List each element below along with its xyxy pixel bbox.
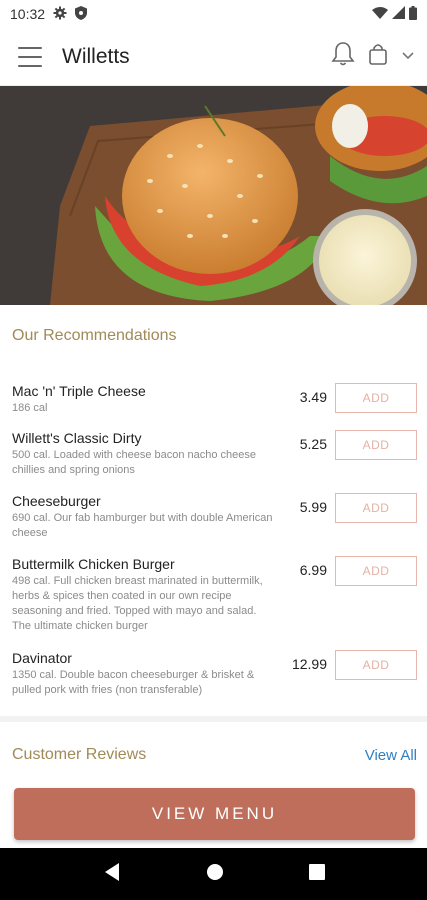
reviews-title: Customer Reviews <box>12 746 147 763</box>
add-button[interactable]: ADD <box>335 556 417 586</box>
item-description: 186 cal <box>12 402 48 414</box>
system-nav-bar <box>0 848 427 900</box>
page-title: Willetts <box>62 44 130 68</box>
view-all-link[interactable]: View All <box>365 747 417 764</box>
list-item: Cheeseburger 690 cal. Our fab hamburger … <box>0 493 427 556</box>
list-item: Davinator 1350 cal. Double bacon cheeseb… <box>0 650 427 700</box>
item-name: Mac 'n' Triple Cheese <box>12 383 146 399</box>
hero-burger-image <box>0 86 427 305</box>
battery-icon <box>409 5 417 23</box>
chevron-down-icon[interactable] <box>401 48 415 66</box>
item-description: 690 cal. Our fab hamburger but with doub… <box>12 512 273 539</box>
item-price: 5.25 <box>299 436 327 452</box>
menu-icon[interactable] <box>18 46 42 67</box>
item-name: Davinator <box>12 650 72 666</box>
item-price: 5.99 <box>299 499 327 515</box>
add-button[interactable]: ADD <box>335 430 417 460</box>
add-button[interactable]: ADD <box>335 650 417 680</box>
shield-icon <box>75 5 88 23</box>
item-price: 3.49 <box>299 389 327 405</box>
item-name: Willett's Classic Dirty <box>12 430 142 446</box>
wifi-icon <box>372 6 388 22</box>
reviews-header: Customer Reviews View All <box>0 746 427 764</box>
shopping-bag-icon[interactable] <box>367 42 389 71</box>
app-header: Willetts <box>0 28 427 86</box>
bell-icon[interactable] <box>331 41 355 72</box>
status-bar: 10:32 <box>0 0 427 28</box>
item-description: 500 cal. Loaded with cheese bacon nacho … <box>12 449 257 476</box>
recommendations-list: Mac 'n' Triple Cheese 186 cal 3.49 ADD W… <box>0 383 427 700</box>
add-button[interactable]: ADD <box>335 493 417 523</box>
item-description: 498 cal. Full chicken breast marinated i… <box>12 575 263 632</box>
item-description: 1350 cal. Double bacon cheeseburger & br… <box>12 669 255 696</box>
view-menu-button[interactable]: VIEW MENU <box>14 788 415 840</box>
item-price: 12.99 <box>291 656 327 672</box>
home-icon[interactable] <box>206 863 224 886</box>
recents-icon[interactable] <box>308 863 325 885</box>
item-name: Cheeseburger <box>12 493 101 509</box>
list-item: Mac 'n' Triple Cheese 186 cal 3.49 ADD <box>0 383 427 430</box>
back-icon[interactable] <box>103 862 121 887</box>
section-divider <box>0 716 427 722</box>
add-button[interactable]: ADD <box>335 383 417 413</box>
list-item: Willett's Classic Dirty 500 cal. Loaded … <box>0 430 427 493</box>
signal-icon <box>392 6 405 22</box>
item-price: 6.99 <box>299 562 327 578</box>
item-name: Buttermilk Chicken Burger <box>12 556 175 572</box>
recommendations-title: Our Recommendations <box>12 327 177 344</box>
list-item: Buttermilk Chicken Burger 498 cal. Full … <box>0 556 427 650</box>
settings-icon <box>53 6 67 23</box>
status-time: 10:32 <box>10 6 46 22</box>
